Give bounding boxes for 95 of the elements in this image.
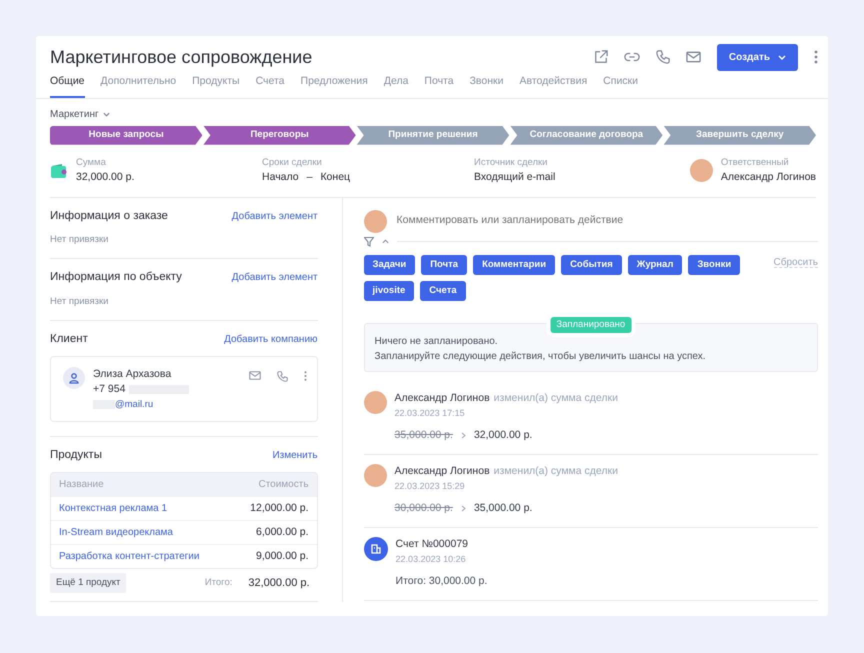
- invoice-title: Счет №000079: [396, 536, 470, 552]
- pipeline-dropdown[interactable]: Маркетинг: [50, 106, 110, 122]
- total-label: Итого:: [204, 576, 232, 590]
- client-email[interactable]: @mail.ru: [115, 399, 154, 410]
- empty-note: Нет привязки: [50, 294, 110, 308]
- start-date: Начало: [262, 170, 299, 185]
- author-name: Александр Логинов: [394, 464, 490, 477]
- product-link[interactable]: Контекстная реклама 1: [59, 500, 168, 516]
- avatar: [364, 464, 387, 487]
- avatar: [690, 159, 713, 182]
- product-link[interactable]: In-Stream видеореклама: [59, 524, 173, 540]
- client-name: Элиза Архазова: [93, 367, 172, 382]
- tab[interactable]: Звонки: [470, 74, 504, 98]
- section-title: Информация о заказе: [50, 208, 168, 224]
- pipeline-stage[interactable]: Завершить сделку: [664, 126, 816, 145]
- pipeline-stage[interactable]: Принятие решения: [356, 126, 510, 145]
- filter-button[interactable]: События: [561, 254, 622, 275]
- add-link[interactable]: Изменить: [272, 448, 318, 463]
- end-date: Конец: [320, 170, 350, 185]
- new-value: 35,000.00 р.: [474, 501, 532, 516]
- tab[interactable]: Общие: [50, 74, 85, 98]
- field-label: Сроки сделки: [262, 156, 323, 170]
- old-value: 30,000.00 р.: [394, 501, 453, 516]
- tab[interactable]: Продукты: [192, 74, 240, 98]
- product-link[interactable]: Разработка контент-стратегии: [59, 548, 200, 564]
- empty-note: Нет привязки: [50, 233, 110, 247]
- author-name: Александр Логинов: [394, 392, 490, 404]
- tab[interactable]: Дополнительно: [100, 74, 176, 98]
- invoice-total: Итого: 30,000.00 р.: [396, 574, 488, 589]
- tab[interactable]: Дела: [384, 74, 408, 98]
- contact-icon: [63, 367, 85, 389]
- timestamp: 22.03.2023 15:29: [394, 480, 466, 492]
- more-products-button[interactable]: Ещё 1 продукт: [50, 572, 126, 594]
- status-badge: Запланировано: [550, 316, 632, 334]
- add-link[interactable]: Добавить элемент: [232, 270, 318, 286]
- dash-separator: –: [306, 170, 312, 185]
- filter-icon[interactable]: [364, 236, 374, 247]
- total-value: 32,000.00 р.: [248, 576, 310, 591]
- column-header: Название: [59, 478, 104, 492]
- section-title: Продукты: [50, 448, 102, 463]
- invoice-icon: [364, 536, 388, 561]
- tab[interactable]: Автодействия: [520, 74, 588, 98]
- tab[interactable]: Счета: [256, 74, 285, 98]
- filter-button[interactable]: Счета: [420, 280, 466, 301]
- tab[interactable]: Списки: [603, 74, 638, 98]
- filter-button[interactable]: Почта: [421, 254, 468, 275]
- action-text: изменил(а) сумма сделки: [494, 392, 618, 404]
- wallet-icon: [50, 162, 68, 179]
- pipeline-stage[interactable]: Согласование договора: [510, 126, 663, 145]
- field-value: Александр Логинов: [720, 170, 816, 185]
- filter-button[interactable]: Комментарии: [473, 254, 556, 275]
- tab[interactable]: Предложения: [300, 74, 368, 98]
- planned-note: Запланируйте следующие действия, чтобы увеличить шансы на успех.: [374, 350, 707, 364]
- add-link[interactable]: Добавить компанию: [224, 332, 318, 347]
- mail-icon[interactable]: [248, 371, 261, 380]
- pipeline-stage[interactable]: Новые запросы: [50, 126, 202, 145]
- more-icon[interactable]: [814, 50, 818, 64]
- field-label: Ответственный: [720, 156, 790, 170]
- phone-icon[interactable]: [656, 50, 670, 64]
- price-cell-text: 9,000.00 р.: [256, 548, 309, 564]
- price-cell-text: 6,000.00 р.: [256, 524, 309, 540]
- filter-button[interactable]: Звонки: [688, 254, 740, 275]
- external-link-icon[interactable]: [594, 50, 608, 64]
- field-value: 32,000.00 р.: [76, 170, 134, 185]
- pipeline-stage[interactable]: Переговоры: [203, 126, 356, 145]
- price-cell-text: 12,000.00 р.: [250, 500, 309, 516]
- avatar: [364, 390, 387, 414]
- filter-button[interactable]: Журнал: [628, 254, 682, 275]
- collapse-icon[interactable]: [382, 239, 389, 244]
- planned-note: Ничего не запланировано.: [374, 334, 499, 349]
- deal-title: Маркетинговое сопровождение: [50, 46, 314, 69]
- create-button[interactable]: Создать: [716, 44, 798, 70]
- add-link[interactable]: Добавить элемент: [232, 208, 318, 224]
- field-label: Источник сделки: [474, 156, 548, 170]
- phone-icon[interactable]: [276, 371, 288, 382]
- old-value: 35,000.00 р.: [394, 428, 453, 443]
- timestamp: 22.03.2023 17:15: [394, 406, 466, 420]
- filter-button[interactable]: Задачи: [364, 254, 416, 275]
- mail-icon[interactable]: [686, 51, 701, 63]
- tab[interactable]: Почта: [424, 74, 454, 98]
- client-phone: +7 954: [93, 383, 126, 396]
- action-text: изменил(а) сумма сделки: [494, 464, 618, 477]
- caret-icon: [102, 112, 110, 117]
- column-header: Стоимость: [258, 478, 309, 492]
- avatar: [364, 210, 387, 233]
- section-title: Клиент: [50, 332, 88, 347]
- timestamp: 22.03.2023 10:26: [396, 552, 467, 566]
- caret-icon: [778, 54, 786, 60]
- link-icon[interactable]: [624, 51, 640, 63]
- new-value: 32,000.00 р.: [474, 428, 532, 443]
- filter-button[interactable]: jivosite: [364, 280, 414, 301]
- more-icon[interactable]: [304, 371, 307, 381]
- field-value: Входящий e-mail: [474, 170, 556, 185]
- section-title: Информация по объекту: [50, 270, 182, 286]
- field-label: Сумма: [76, 156, 107, 170]
